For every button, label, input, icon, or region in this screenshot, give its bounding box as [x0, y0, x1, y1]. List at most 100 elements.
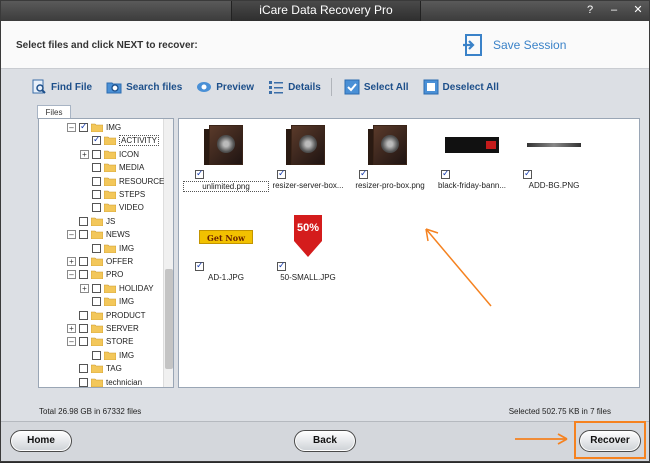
- tree-scrollbar[interactable]: [163, 119, 173, 387]
- tree-item-checkbox[interactable]: [92, 163, 101, 173]
- expand-icon[interactable]: +: [67, 324, 76, 333]
- tree-item[interactable]: ACTIVITY: [80, 134, 160, 147]
- tree-item[interactable]: IMG: [80, 295, 134, 308]
- tree-item[interactable]: IMG: [80, 242, 134, 255]
- select-all-button[interactable]: Select All: [344, 79, 409, 95]
- tree-item-checkbox[interactable]: [92, 176, 101, 186]
- tree-item-checkbox[interactable]: [79, 216, 88, 226]
- tree-item-checkbox[interactable]: [79, 337, 88, 347]
- tree-item[interactable]: technician: [67, 376, 142, 387]
- file-item[interactable]: unlimited.png: [183, 121, 269, 193]
- tree-item-checkbox[interactable]: [92, 297, 101, 307]
- tree-item[interactable]: IMG: [80, 349, 134, 362]
- file-thumbnail: 50%: [281, 213, 335, 261]
- home-button[interactable]: Home: [10, 430, 72, 452]
- tree-item-checkbox[interactable]: [79, 257, 88, 266]
- tree-item-checkbox[interactable]: [79, 310, 88, 320]
- tree-item-checkbox[interactable]: [79, 270, 88, 280]
- tree-item-checkbox[interactable]: [79, 377, 88, 387]
- total-status: Total 26.98 GB in 67332 files: [39, 407, 142, 416]
- tree-scrollbar-thumb[interactable]: [165, 269, 173, 369]
- tree-item[interactable]: – PRO: [67, 268, 123, 281]
- find-file-button[interactable]: Find File: [31, 79, 92, 95]
- tree-item[interactable]: – STORE: [67, 335, 133, 348]
- file-item[interactable]: 50% 50-SMALL.JPG: [265, 213, 351, 285]
- tree-item[interactable]: STEPS: [80, 188, 145, 201]
- back-button[interactable]: Back: [294, 430, 356, 452]
- search-folder-icon: [106, 82, 122, 94]
- tree-item[interactable]: + HOLIDAY: [80, 282, 154, 295]
- details-button[interactable]: Details: [268, 79, 321, 95]
- tree-item[interactable]: VIDEO: [80, 201, 144, 214]
- window-title: iCare Data Recovery Pro: [231, 1, 421, 21]
- tree-item-checkbox[interactable]: [79, 230, 88, 240]
- file-checkbox[interactable]: [195, 260, 204, 271]
- file-checkbox[interactable]: [359, 168, 368, 179]
- expand-icon[interactable]: +: [80, 149, 89, 159]
- app-window: iCare Data Recovery Pro ? – ✕ Select fil…: [0, 0, 650, 462]
- tree-item[interactable]: – NEWS: [67, 228, 130, 241]
- file-item[interactable]: resizer-pro-box.png: [347, 121, 433, 193]
- tree-item-checkbox[interactable]: [79, 121, 88, 132]
- tree-item[interactable]: TAG: [67, 362, 122, 375]
- tree-item-checkbox[interactable]: [92, 203, 101, 213]
- tree-item-checkbox[interactable]: [92, 149, 101, 159]
- folder-icon: [91, 338, 103, 347]
- tree-item[interactable]: + OFFER: [67, 255, 133, 268]
- tree-item-label: TAG: [106, 364, 122, 374]
- software-box-thumbnail: [285, 123, 331, 167]
- sale-tag-thumbnail: 50%: [290, 215, 326, 259]
- tree-item-checkbox[interactable]: [92, 283, 101, 293]
- software-box-thumbnail: [203, 123, 249, 167]
- collapse-icon[interactable]: –: [67, 123, 76, 132]
- file-name: AD-1.JPG: [207, 273, 244, 282]
- folder-icon: [91, 378, 103, 387]
- close-icon[interactable]: ✕: [631, 3, 645, 17]
- folder-icon: [104, 190, 116, 199]
- help-icon[interactable]: ?: [583, 3, 597, 17]
- tree-item-checkbox[interactable]: [79, 324, 88, 333]
- tree-item-checkbox[interactable]: [92, 190, 101, 199]
- tree-item[interactable]: PRODUCT: [67, 309, 146, 322]
- tree-item[interactable]: JS: [67, 215, 115, 228]
- tree-item[interactable]: MEDIA: [80, 161, 144, 174]
- file-checkbox[interactable]: [441, 168, 450, 179]
- tree-item-label: MEDIA: [119, 163, 145, 173]
- file-item[interactable]: resizer-server-box...: [265, 121, 351, 193]
- tree-item-label: STEPS: [119, 190, 146, 199]
- tree-item-label: IMG: [119, 243, 135, 253]
- files-tab[interactable]: Files: [37, 105, 71, 119]
- find-file-icon: [32, 79, 46, 94]
- tree-item-checkbox[interactable]: [92, 243, 101, 253]
- expand-icon[interactable]: +: [80, 283, 89, 293]
- preview-button[interactable]: Preview: [196, 79, 254, 95]
- save-session-button[interactable]: Save Session: [461, 33, 566, 57]
- expand-icon[interactable]: +: [67, 257, 76, 266]
- tree-item-checkbox[interactable]: [79, 364, 88, 374]
- software-box-thumbnail: [367, 123, 413, 167]
- file-checkbox[interactable]: [277, 260, 286, 271]
- minimize-icon[interactable]: –: [607, 3, 621, 17]
- tree-item[interactable]: + SERVER: [67, 322, 139, 335]
- tree-item-checkbox[interactable]: [92, 350, 101, 360]
- file-item[interactable]: ADD-BG.PNG: [511, 121, 597, 193]
- tree-item[interactable]: + ICON: [80, 148, 139, 161]
- deselect-all-button[interactable]: Deselect All: [423, 79, 499, 95]
- select-all-icon: [344, 79, 360, 95]
- collapse-icon[interactable]: –: [67, 270, 76, 280]
- search-files-button[interactable]: Search files: [106, 79, 182, 95]
- tree-item[interactable]: – IMG: [67, 121, 121, 134]
- collapse-icon[interactable]: –: [67, 230, 76, 240]
- title-bar: iCare Data Recovery Pro ? – ✕: [1, 1, 649, 21]
- file-checkbox[interactable]: [195, 168, 204, 179]
- tree-item-checkbox[interactable]: [92, 134, 101, 146]
- file-checkbox[interactable]: [523, 168, 532, 179]
- file-item[interactable]: black-friday-bann...: [429, 121, 515, 193]
- collapse-icon[interactable]: –: [67, 337, 76, 347]
- file-checkbox[interactable]: [277, 168, 286, 179]
- file-item[interactable]: Get Now AD-1.JPG: [183, 213, 269, 285]
- tree-item[interactable]: RESOURCE: [80, 175, 164, 188]
- folder-tree[interactable]: – IMG ACTIVITY + ICON MEDIA RESOURCE STEPS VIDEO…: [38, 118, 174, 388]
